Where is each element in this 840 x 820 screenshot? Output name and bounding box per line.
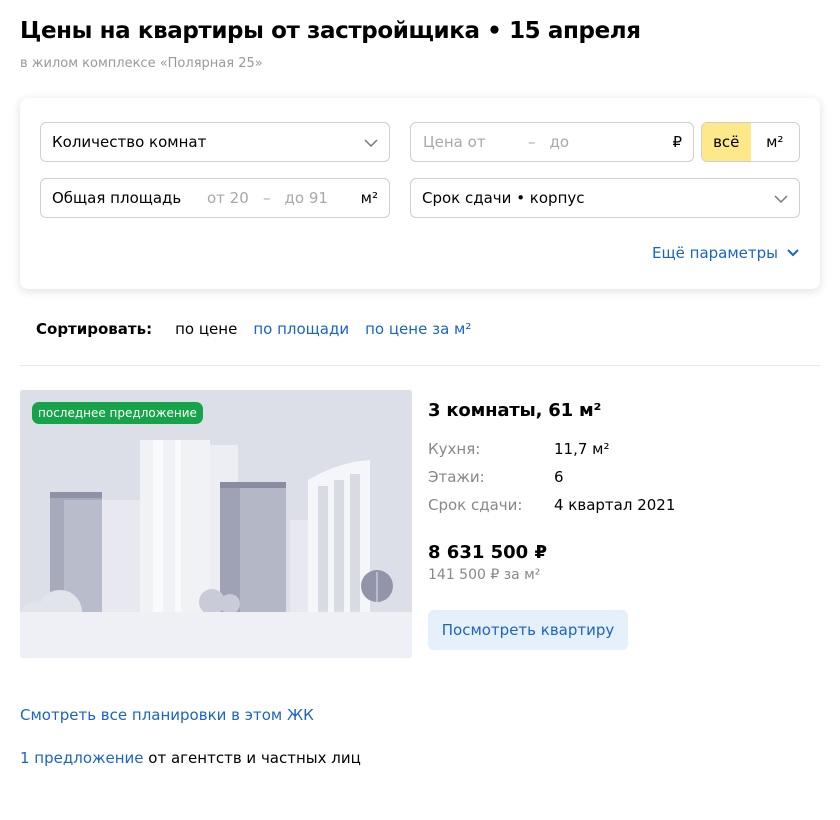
currency-label: ₽ — [672, 133, 682, 151]
spec-key: Кухня: — [428, 440, 481, 458]
chevron-down-icon — [773, 191, 789, 207]
price-mode-toggle: всё м² — [701, 122, 800, 162]
spec-value: 11,7 м² — [554, 440, 610, 458]
price-mode-all[interactable]: всё — [702, 123, 751, 161]
divider — [20, 365, 820, 366]
more-params-label: Ещё параметры — [652, 244, 778, 262]
offers-link[interactable]: 1 предложение — [20, 749, 144, 767]
offers-line: 1 предложение от агентств и частных лиц — [20, 749, 361, 767]
more-params-link[interactable]: Ещё параметры — [652, 244, 800, 262]
spec-key: Этажи: — [428, 468, 485, 486]
spec-value: 6 — [554, 468, 564, 486]
price-per-m2: 141 500 ₽ за м² — [428, 567, 541, 583]
chevron-down-icon — [787, 249, 799, 257]
area-unit-label: м² — [360, 189, 378, 207]
area-to-input[interactable]: до 91 — [285, 189, 328, 207]
chevron-down-icon — [363, 135, 379, 151]
price-mode-per-m2[interactable]: м² — [750, 123, 799, 161]
area-range-field[interactable]: Общая площадь от 20 – до 91 м² — [40, 178, 390, 218]
rooms-select[interactable]: Количество комнат — [40, 122, 390, 162]
rooms-select-label: Количество комнат — [52, 133, 207, 151]
area-from-input[interactable]: от 20 — [207, 189, 253, 207]
spec-key: Срок сдачи: — [428, 496, 523, 514]
price-from-input[interactable]: Цена от — [423, 133, 523, 151]
spec-row-deadline: Срок сдачи: 4 квартал 2021 — [428, 496, 675, 514]
spec-row-floors: Этажи: 6 — [428, 468, 564, 486]
price-to-input[interactable]: до — [550, 133, 650, 151]
deadline-select[interactable]: Срок сдачи • корпус — [410, 178, 800, 218]
all-plans-link[interactable]: Смотреть все планировки в этом ЖК — [20, 706, 314, 724]
sort-by-area[interactable]: по площади — [253, 320, 349, 338]
filters-panel: Количество комнат Цена от – до ₽ всё м² … — [20, 98, 820, 289]
area-separator: – — [263, 189, 271, 207]
page-title: Цены на квартиры от застройщика • 15 апр… — [20, 18, 641, 44]
apartment-illustration[interactable] — [20, 390, 412, 658]
sort-by-price-per-m2[interactable]: по цене за м² — [365, 320, 471, 338]
spec-value: 4 квартал 2021 — [554, 496, 676, 514]
sort-bar: Сортировать: по цене по площади по цене … — [36, 320, 487, 338]
sort-by-price[interactable]: по цене — [175, 320, 237, 338]
deadline-select-label: Срок сдачи • корпус — [422, 189, 585, 207]
page-subtitle: в жилом комплексе «Полярная 25» — [20, 56, 263, 71]
price-separator: – — [528, 133, 536, 151]
apartment-title[interactable]: 3 комнаты, 61 м² — [428, 400, 601, 421]
spec-row-kitchen: Кухня: 11,7 м² — [428, 440, 610, 458]
area-label: Общая площадь — [52, 189, 182, 207]
price-range-field[interactable]: Цена от – до ₽ — [410, 122, 694, 162]
offers-text: от агентств и частных лиц — [143, 749, 361, 767]
last-offer-badge: последнее предложение — [32, 402, 203, 424]
view-apartment-button[interactable]: Посмотреть квартиру — [428, 610, 628, 650]
sort-label: Сортировать: — [36, 320, 153, 338]
apartment-price: 8 631 500 ₽ — [428, 542, 547, 563]
